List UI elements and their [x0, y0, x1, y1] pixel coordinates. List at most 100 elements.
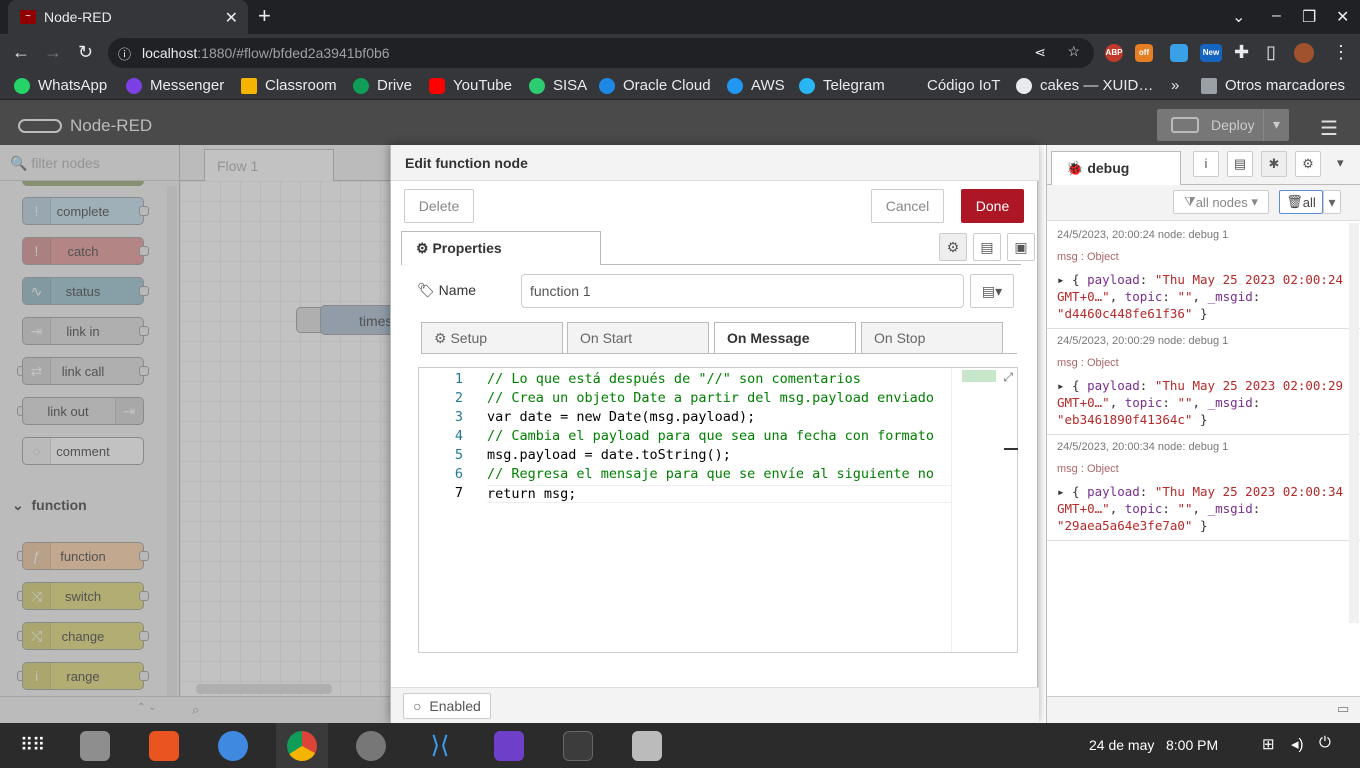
network-icon[interactable]: ⊞ [1262, 735, 1275, 753]
chrome-menu-icon[interactable]: ⋮ [1332, 42, 1350, 63]
deploy-icon [1171, 117, 1199, 133]
main-menu-icon[interactable]: ☰ [1320, 116, 1338, 141]
modal-overlay [0, 145, 390, 723]
debug-bug-icon[interactable]: ✱ [1261, 151, 1287, 177]
browser-tab[interactable]: ~ Node-RED ✕ [8, 0, 248, 34]
tab-properties[interactable]: ⚙ Properties [401, 231, 601, 265]
close-tab-icon[interactable]: ✕ [225, 8, 238, 28]
close-window-icon[interactable]: ✕ [1336, 7, 1349, 27]
sidebar-menu-chevron-icon[interactable]: ▾ [1337, 155, 1344, 171]
debug-message[interactable]: 24/5/2023, 20:00:34 node: debug 1 msg : … [1047, 435, 1360, 541]
tab-setup[interactable]: ⚙ Setup [421, 322, 563, 354]
off-extension-icon[interactable]: off [1135, 44, 1153, 62]
edit-tray: Edit function node Delete Cancel Done ⚙ … [390, 145, 1039, 723]
library-dropdown-button[interactable]: ▤▾ [970, 274, 1014, 308]
bookmark-drive[interactable]: Drive [353, 77, 412, 94]
terminal-app-icon[interactable] [563, 731, 593, 761]
clear-dropdown-icon[interactable]: ▾ [1323, 190, 1341, 214]
files-app-icon[interactable] [80, 731, 110, 761]
node-red-logo: Node-RED [18, 116, 152, 136]
bookmark-star-icon[interactable]: ☆ [1067, 43, 1080, 60]
tabs-divider [421, 353, 1017, 354]
debug-message[interactable]: 24/5/2023, 20:00:24 node: debug 1 msg : … [1047, 223, 1360, 329]
bookmark-aws[interactable]: AWS [727, 77, 785, 94]
debug-scrollbar[interactable] [1349, 223, 1359, 623]
name-input[interactable]: function 1 [521, 274, 964, 308]
tab-list-icon[interactable]: ⌄ [1232, 7, 1245, 27]
done-button[interactable]: Done [961, 189, 1024, 223]
config-gear-icon[interactable]: ⚙ [1295, 151, 1321, 177]
bookmark-classroom[interactable]: Classroom [241, 77, 337, 94]
delete-button[interactable]: Delete [404, 189, 474, 223]
help-app-icon[interactable] [218, 731, 248, 761]
minimize-icon[interactable]: – [1272, 7, 1281, 25]
other-bookmarks-folder[interactable]: Otros marcadores [1201, 77, 1345, 94]
side-panel-icon[interactable]: ▯ [1266, 42, 1276, 63]
code-line: // Regresa el mensaje para que se envíe … [487, 466, 935, 482]
bookmarks-bar: WhatsApp Messenger Classroom Drive YouTu… [0, 72, 1360, 100]
tab-title: Node-RED [44, 9, 112, 25]
url-path: :1880/#flow/bfded2a3941bf0b6 [197, 45, 390, 61]
taskbar-date[interactable]: 24 de may [1089, 737, 1154, 753]
chrome-app-icon[interactable] [287, 731, 317, 761]
bookmark-sisa[interactable]: SISA [529, 77, 587, 94]
app-grid-icon[interactable]: ⠿⠿ [20, 735, 45, 756]
forward-icon[interactable]: → [44, 42, 62, 63]
new-extension-icon[interactable]: New [1200, 44, 1222, 62]
enabled-toggle[interactable]: ○ Enabled [403, 693, 491, 719]
bookmark-cakes[interactable]: cakes — XUID… [1016, 77, 1153, 94]
bookmark-messenger[interactable]: Messenger [126, 77, 224, 94]
vscode-app-icon[interactable]: ⟩⟨ [425, 731, 455, 761]
url-host: localhost [142, 45, 198, 61]
share-icon[interactable]: ⋖ [1034, 44, 1046, 61]
node-red-header [0, 100, 1360, 145]
adblock-extension-icon[interactable]: ABP [1105, 44, 1123, 62]
tab-on-stop[interactable]: On Stop [861, 322, 1003, 354]
description-icon[interactable]: ▤ [973, 233, 1001, 261]
appearance-icon[interactable]: ▣ [1007, 233, 1035, 261]
debug-message[interactable]: 24/5/2023, 20:00:29 node: debug 1 msg : … [1047, 329, 1360, 435]
code-lines: // Lo que está después de "//" son comen… [419, 368, 951, 652]
tab-on-start[interactable]: On Start [567, 322, 709, 354]
open-window-icon[interactable]: ▭ [1337, 701, 1349, 717]
info-icon[interactable]: i [1193, 151, 1219, 177]
all-nodes-filter[interactable]: ⧩ all nodes ▾ [1173, 190, 1269, 214]
tab-on-message[interactable]: On Message [714, 322, 856, 354]
extension-icon[interactable] [1170, 44, 1188, 62]
tray-title: Edit function node [391, 145, 1039, 181]
properties-tabs: ⚙ Properties ⚙ ▤ ▣ [401, 231, 1035, 265]
code-minimap[interactable] [951, 368, 1018, 652]
bookmark-whatsapp[interactable]: WhatsApp [14, 77, 107, 94]
bookmark-oracle-cloud[interactable]: Oracle Cloud [599, 77, 711, 94]
bookmarks-overflow-icon[interactable]: » [1171, 77, 1179, 94]
expand-editor-icon[interactable]: ⤢ [1003, 370, 1013, 385]
bookmark-youtube[interactable]: YouTube [429, 77, 512, 94]
debug-toolbar: ⧩ all nodes ▾ 🗑 all ▾ [1047, 185, 1360, 221]
profile-avatar[interactable] [1294, 43, 1314, 63]
bookmark-codigo-iot[interactable]: Código IoT [927, 77, 1000, 94]
help-book-icon[interactable]: ▤ [1227, 151, 1253, 177]
screenshot-app-icon[interactable] [632, 731, 662, 761]
taskbar-time[interactable]: 8:00 PM [1166, 737, 1218, 753]
deploy-dropdown-icon[interactable]: ▾ [1263, 109, 1289, 141]
reload-icon[interactable]: ↻ [78, 42, 93, 63]
cancel-button[interactable]: Cancel [871, 189, 944, 223]
site-info-icon[interactable]: ⓘ [118, 44, 131, 63]
back-icon[interactable]: ← [12, 42, 30, 63]
power-icon[interactable]: ⏻ [1319, 734, 1331, 751]
clear-all-button[interactable]: 🗑 all [1279, 190, 1323, 214]
bookmark-telegram[interactable]: Telegram [799, 77, 885, 94]
extensions-puzzle-icon[interactable]: ✚ [1234, 42, 1249, 63]
github-app-icon[interactable] [494, 731, 524, 761]
code-editor[interactable]: 1 2 3 4 5 6 7 // Lo que está después de … [418, 367, 1018, 653]
url-bar[interactable]: ⓘ localhost:1880/#flow/bfded2a3941bf0b6 … [108, 38, 1094, 68]
maximize-icon[interactable]: ❐ [1302, 7, 1316, 27]
software-app-icon[interactable] [149, 731, 179, 761]
node-settings-icon[interactable]: ⚙ [939, 233, 967, 261]
settings-app-icon[interactable] [356, 731, 386, 761]
volume-icon[interactable]: ◂) [1291, 735, 1304, 753]
code-line: return msg; [487, 485, 951, 503]
new-tab-icon[interactable]: + [258, 5, 271, 27]
tab-debug[interactable]: 🐞 debug [1051, 151, 1181, 186]
deploy-button[interactable]: Deploy ▾ [1157, 109, 1289, 141]
